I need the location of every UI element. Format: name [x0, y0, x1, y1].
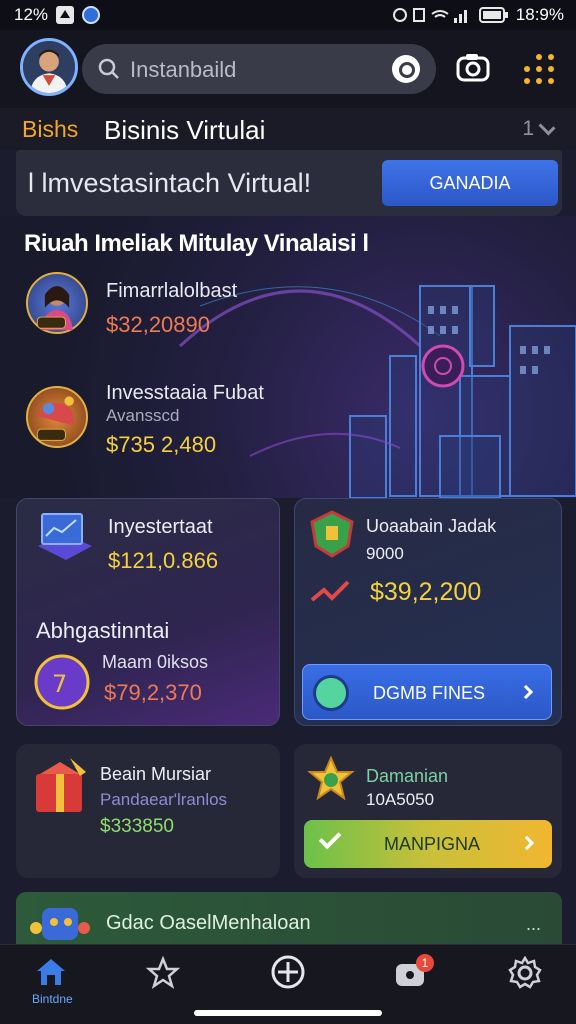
banner-text: l lmvestasintach Virtual!: [28, 168, 312, 198]
chevron-down-icon[interactable]: [538, 118, 556, 136]
card-c-subtitle: Pandaear'lranlos: [100, 790, 228, 809]
avatar[interactable]: [20, 38, 78, 96]
status-bar: 12% 18:9%: [0, 0, 576, 30]
shield-badge-icon: [310, 510, 354, 558]
section-heading: Riuah Imeliak Mitulay Vinalaisi l: [24, 230, 369, 257]
list-item-1-title: Fimarrlalolbast: [106, 280, 238, 302]
favorites-icon[interactable]: [146, 956, 180, 990]
card-b-button[interactable]: DGMB FINES: [302, 664, 552, 720]
robot-icon: [30, 908, 90, 940]
laptop-chart-icon: [38, 513, 92, 560]
card-c-title: Beain Mursiar: [100, 764, 212, 784]
card-c-amount: $333850: [100, 816, 174, 837]
card-d-button[interactable]: MANPIGNA: [304, 820, 552, 868]
search-placeholder[interactable]: Instanbaild: [130, 57, 236, 83]
treasure-icon: [36, 396, 74, 441]
svg-text:7: 7: [52, 670, 67, 698]
add-icon[interactable]: [270, 954, 306, 990]
star-badge-icon: [307, 756, 355, 801]
camera-icon[interactable]: [456, 52, 490, 84]
card-b-sub: 9000: [366, 544, 404, 563]
page-title: Bisinis Virtulai: [104, 115, 266, 145]
title-row: Bishs Bisinis Virtulai 1: [0, 108, 576, 150]
status-time: 12%: [14, 5, 49, 24]
app-status-icon: [82, 6, 101, 24]
city-skyline-illustration: [178, 285, 576, 498]
notification-badge: 1: [416, 954, 434, 972]
card-a-sub-amount: $79,2,370: [104, 680, 202, 705]
apps-menu-icon[interactable]: [524, 54, 554, 84]
promo-banner: l lmvestasintach Virtual! GANADIA: [16, 150, 562, 216]
card-b-button-label: DGMB FINES: [373, 683, 486, 703]
lucky-seven-icon: 7: [34, 654, 90, 710]
home-icon[interactable]: [34, 956, 68, 988]
check-icon: [318, 826, 342, 850]
search-bar[interactable]: Instanbaild: [82, 44, 436, 94]
trend-arrow-icon: [310, 580, 350, 602]
page-count: 1: [522, 117, 534, 140]
battery-icon: [478, 7, 508, 23]
gift-box-icon: [36, 758, 86, 812]
chevron-right-icon: [518, 684, 534, 700]
notification-icon: [56, 6, 75, 24]
search-icon: [98, 58, 119, 79]
investor-portrait-icon: [36, 286, 73, 331]
list-item-1-avatar[interactable]: [26, 272, 88, 334]
nav-home-label[interactable]: Bintdne: [32, 992, 73, 1006]
more-options-icon[interactable]: ...: [526, 914, 541, 935]
list-item-2-title: Invesstaaia Fubat: [106, 382, 264, 404]
banner-button[interactable]: GANADIA: [382, 160, 558, 206]
settings-gear-icon[interactable]: [508, 956, 542, 990]
card-d-button-label: MANPIGNA: [384, 834, 481, 854]
connectivity-icons: [392, 8, 467, 23]
card-a-sub-title: Maam 0iksos: [102, 652, 209, 672]
chevron-right-icon: [519, 835, 535, 851]
list-item-2-avatar[interactable]: [26, 386, 88, 448]
voice-search-icon[interactable]: [392, 55, 420, 83]
card-a-title: Inyestertaat: [108, 516, 213, 538]
user-portrait-icon: [23, 41, 75, 93]
growth-icon: [313, 675, 349, 711]
card-a-amount: $121,0.866: [108, 548, 219, 573]
list-item-2-amount: $735 2,480: [106, 432, 217, 457]
card-e-title: Gdac OaselMenhaloan: [106, 912, 311, 934]
card-b-amount: $39,2,200: [370, 578, 482, 606]
card-d-sub: 10A5050: [366, 790, 435, 809]
home-indicator[interactable]: [194, 1010, 382, 1016]
category-tag[interactable]: Bishs: [22, 116, 78, 143]
card-b-title: Uoaabain Jadak: [366, 516, 497, 536]
status-battery: 18:9%: [515, 5, 564, 24]
list-item-2-subtitle: Avansscd: [106, 406, 180, 425]
card-a-heading: Abhgastinntai: [36, 618, 170, 643]
hero-illustration: [0, 216, 576, 498]
list-item-1-amount: $32,20890: [106, 312, 210, 337]
card-d-title: Damanian: [366, 766, 449, 786]
